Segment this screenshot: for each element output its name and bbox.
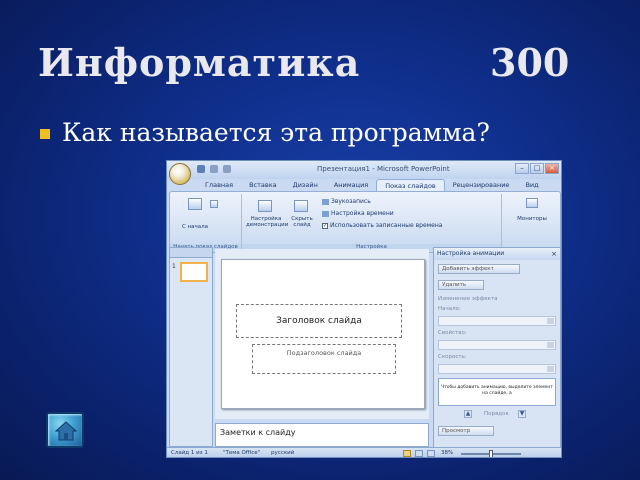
slide-canvas: Заголовок слайда Подзаголовок слайда <box>221 259 425 409</box>
status-bar: Слайд 1 из 1 "Тема Office" русский 38% <box>167 447 561 457</box>
hide-slide-button: Скрыть слайд <box>291 216 313 228</box>
theme-name: "Тема Office" <box>223 450 261 456</box>
question-text: Как называется эта программа? <box>62 118 490 147</box>
slide-thumbnail <box>180 262 208 282</box>
slides-pane-tabs <box>170 248 212 258</box>
notes-pane: Заметки к слайду <box>215 423 429 447</box>
tab-slideshow: Показ слайдов <box>376 179 445 191</box>
checkbox-icon: ✓ <box>322 222 328 229</box>
zoom-level: 38% <box>441 450 454 456</box>
question-row: Как называется эта программа? <box>40 118 490 147</box>
ribbon-group-monitors: Мониторы <box>502 194 560 250</box>
play-button: Просмотр <box>438 426 494 436</box>
close-icon: × <box>545 163 559 174</box>
tab-review: Рецензирование <box>452 181 510 189</box>
slides-pane: 1 <box>169 247 213 447</box>
tab-insert: Вставка <box>249 181 277 189</box>
quick-access-toolbar <box>197 165 231 173</box>
window-titlebar: Презентация1 - Microsoft PowerPoint – □ … <box>167 161 561 179</box>
chevron-down-icon <box>547 342 554 348</box>
microphone-icon <box>322 198 329 205</box>
move-down-icon: ▼ <box>518 410 526 418</box>
speed-label: Скорость: <box>438 354 467 360</box>
chevron-down-icon <box>547 318 554 324</box>
custom-animation-pane: Настройка анимации × Добавить эффект Уда… <box>433 247 561 451</box>
slide-editor: Заголовок слайда Подзаголовок слайда <box>215 249 429 419</box>
title-placeholder: Заголовок слайда <box>236 304 402 338</box>
subtitle-placeholder: Подзаголовок слайда <box>252 344 396 374</box>
tab-view: Вид <box>525 181 539 189</box>
remove-button: Удалить <box>438 280 484 290</box>
setup-show-icon <box>258 200 272 212</box>
redo-icon <box>223 165 231 173</box>
start-field <box>438 316 556 326</box>
normal-view-icon <box>403 450 411 457</box>
home-button[interactable] <box>46 412 84 448</box>
record-narration-item: Звукозапись <box>322 198 371 205</box>
from-beginning-button: С начала <box>181 224 209 230</box>
property-field <box>438 340 556 350</box>
speed-field <box>438 364 556 374</box>
slideshow-view-icon <box>427 450 435 457</box>
start-label: Начало: <box>438 306 461 312</box>
modify-label: Изменение эффекта <box>438 296 498 302</box>
tab-design: Дизайн <box>292 181 318 189</box>
property-label: Свойство: <box>438 330 467 336</box>
home-icon <box>55 421 77 441</box>
ribbon: С начала Начать показ слайдов Настройка … <box>169 191 561 253</box>
use-timings-item: ✓ Использовать записанные времена <box>322 222 443 229</box>
add-effect-button: Добавить эффект <box>438 264 520 274</box>
monitors-button: Мониторы <box>517 216 547 222</box>
rehearse-timings-item: Настройка времени <box>322 210 394 217</box>
score-label: 300 <box>490 40 570 85</box>
slideshow-icon <box>188 198 202 210</box>
slideshow-current-icon <box>210 200 218 208</box>
animation-list: Чтобы добавить анимацию, выделите элемен… <box>438 378 556 406</box>
task-pane-close-icon: × <box>551 250 557 258</box>
move-up-icon: ▲ <box>464 410 472 418</box>
office-button-icon <box>169 163 191 185</box>
zoom-slider-thumb <box>489 450 493 457</box>
sorter-view-icon <box>415 450 423 457</box>
window-controls: – □ × <box>515 163 559 174</box>
slide-number: 1 <box>172 263 176 270</box>
clock-icon <box>322 210 329 217</box>
setup-show-button: Настройка демонстрации <box>246 216 289 228</box>
minimize-icon: – <box>515 163 529 174</box>
monitor-icon <box>526 198 538 208</box>
chevron-down-icon <box>547 366 554 372</box>
ribbon-group-start: С начала Начать показ слайдов <box>170 194 242 250</box>
reorder-label: Порядок <box>484 411 509 417</box>
language: русский <box>271 450 295 456</box>
maximize-icon: □ <box>530 163 544 174</box>
slide-info: Слайд 1 из 1 <box>171 450 208 456</box>
window-title: Презентация1 - Microsoft PowerPoint <box>317 165 450 173</box>
powerpoint-screenshot: Презентация1 - Microsoft PowerPoint – □ … <box>166 160 562 458</box>
save-icon <box>197 165 205 173</box>
undo-icon <box>210 165 218 173</box>
tab-home: Главная <box>205 181 234 189</box>
ribbon-tabs: Главная Вставка Дизайн Анимация Показ сл… <box>197 179 547 191</box>
task-pane-title: Настройка анимации <box>434 248 560 260</box>
hide-slide-icon <box>294 200 308 212</box>
bullet-icon <box>40 128 50 139</box>
ribbon-group-setup: Настройка демонстрации Скрыть слайд Звук… <box>242 194 502 250</box>
slide-title: Информатика <box>38 40 361 85</box>
tab-animation: Анимация <box>333 181 369 189</box>
